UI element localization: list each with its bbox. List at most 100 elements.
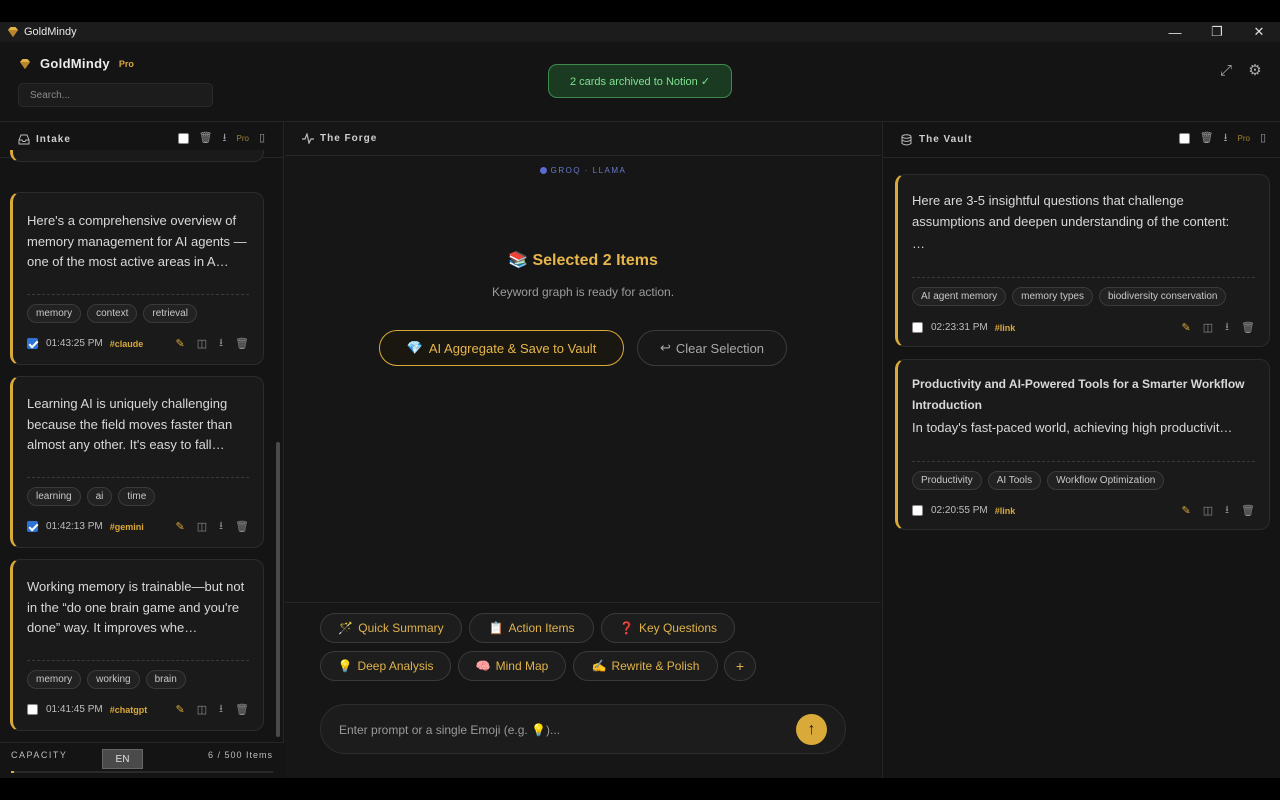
tag[interactable]: working [87, 670, 140, 689]
download-icon[interactable]: ⭳ [1225, 501, 1229, 520]
tag[interactable]: brain [145, 670, 186, 689]
gear-icon[interactable]: ⚙ [1247, 62, 1263, 79]
intake-card[interactable]: Learning AI is uniquely challenging beca… [10, 376, 264, 548]
prompt-box: ↑ [320, 704, 846, 754]
tag[interactable]: context [87, 304, 138, 323]
download-icon[interactable]: ⭳ [1224, 133, 1228, 144]
tag[interactable]: AI Tools [987, 471, 1042, 490]
panel-icon[interactable]: ◫ [197, 703, 207, 716]
download-icon[interactable]: ⭳ [219, 334, 223, 353]
screen: GoldMindy — ❐ ✕ GoldMindy Pro 2 cards ar… [0, 0, 1280, 800]
window-titlebar: GoldMindy — ❐ ✕ [0, 22, 1280, 42]
panel-icon[interactable]: ◫ [197, 337, 207, 350]
download-icon[interactable]: ⭳ [219, 517, 223, 536]
selected-count: Selected 2 Items [532, 252, 658, 269]
pro-badge: Pro [118, 58, 134, 69]
panel-icon[interactable]: ◫ [197, 520, 207, 533]
action-items-chip[interactable]: 📋 Action Items [469, 613, 594, 643]
tag[interactable]: retrieval [143, 304, 197, 323]
select-all-checkbox[interactable] [1178, 133, 1190, 144]
notion-icon[interactable]: ▯ [1260, 133, 1266, 144]
card-checkbox[interactable] [27, 521, 38, 532]
download-icon[interactable]: ⭳ [219, 700, 223, 719]
tag[interactable]: time [118, 487, 156, 506]
mind-map-chip[interactable]: 🧠 Mind Map [458, 651, 566, 681]
chip-label: Rewrite & Polish [611, 659, 700, 673]
chip-label: Action Items [508, 621, 575, 635]
tag[interactable]: biodiversity conservation [1098, 287, 1227, 306]
card-tags: memory context retrieval [27, 304, 197, 323]
trash-icon[interactable]: 🗑 [1241, 504, 1255, 517]
notion-icon[interactable]: ▯ [259, 133, 265, 144]
pencil-icon[interactable]: ✎ [1182, 504, 1191, 517]
card-divider [912, 277, 1255, 278]
brand: GoldMindy Pro [18, 56, 134, 71]
card-time: 01:41:45 PM [46, 704, 103, 715]
download-icon[interactable]: ⭳ [223, 133, 227, 144]
card-checkbox[interactable] [27, 338, 38, 349]
clear-selection-button[interactable]: ↩ Clear Selection [637, 330, 787, 366]
rewrite-polish-chip[interactable]: ✍️ Rewrite & Polish [573, 651, 718, 681]
vault-card[interactable]: Productivity and AI-Powered Tools for a … [895, 359, 1270, 530]
gem-icon: 💎 [406, 340, 423, 355]
intake-toolbar: 🗑 ⭳ Pro ▯ [177, 133, 265, 144]
deep-analysis-chip[interactable]: 💡 Deep Analysis [320, 651, 451, 681]
select-all-checkbox[interactable] [177, 133, 189, 144]
card-text: Learning AI is uniquely challenging beca… [27, 396, 233, 452]
pencil-icon[interactable]: ✎ [1182, 321, 1191, 334]
trash-icon[interactable]: 🗑 [235, 337, 249, 350]
language-toggle[interactable]: EN [102, 749, 143, 769]
intake-scrollbar[interactable] [276, 162, 280, 742]
scrollbar-thumb[interactable] [276, 442, 280, 737]
trash-icon[interactable]: 🗑 [199, 133, 213, 144]
download-icon[interactable]: ⭳ [1225, 318, 1229, 337]
restore-button[interactable]: ❐ [1196, 22, 1238, 42]
send-button[interactable]: ↑ [796, 714, 827, 745]
trash-icon[interactable]: 🗑 [235, 520, 249, 533]
trash-icon[interactable]: 🗑 [1241, 321, 1255, 334]
model-indicator: GROQ · LLAMA [285, 166, 881, 175]
tag[interactable]: Productivity [912, 471, 982, 490]
panel-icon[interactable]: ◫ [1203, 504, 1213, 517]
trash-icon[interactable]: 🗑 [235, 703, 249, 716]
card-source: #chatgpt [109, 704, 148, 715]
pencil-icon[interactable]: ✎ [176, 703, 185, 716]
tag[interactable]: ai [86, 487, 113, 506]
card-checkbox[interactable] [912, 322, 923, 333]
bottom-strip [0, 778, 1280, 800]
pencil-icon[interactable]: ✎ [176, 520, 185, 533]
close-button[interactable]: ✕ [1238, 22, 1280, 42]
wand-icon: 🪄 [338, 621, 354, 635]
tag[interactable]: learning [27, 487, 81, 506]
trash-icon[interactable]: 🗑 [1200, 133, 1214, 144]
search-input[interactable] [18, 83, 213, 107]
add-chip-button[interactable]: + [724, 651, 756, 681]
card-divider [912, 461, 1255, 462]
prompt-input[interactable] [339, 720, 769, 740]
aggregate-save-button[interactable]: 💎 AI Aggregate & Save to Vault [379, 330, 624, 366]
card-source: #link [994, 322, 1016, 333]
key-questions-chip[interactable]: ❓ Key Questions [601, 613, 735, 643]
card-actions: ✎ ◫ ⭳ 🗑 [176, 334, 249, 353]
tag[interactable]: memory [27, 670, 82, 689]
minimize-button[interactable]: — [1154, 22, 1196, 42]
intake-card[interactable]: Here's a comprehensive overview of memor… [10, 192, 264, 365]
tag[interactable]: Workflow Optimization [1047, 471, 1165, 490]
forge-title: The Forge [320, 133, 378, 144]
selected-title: 📚 Selected 2 Items [285, 250, 881, 270]
intake-card[interactable]: Working memory is trainable—but not in t… [10, 559, 264, 731]
quick-summary-chip[interactable]: 🪄 Quick Summary [320, 613, 462, 643]
card-checkbox[interactable] [27, 704, 38, 715]
panel-icon[interactable]: ◫ [1203, 321, 1213, 334]
pencil-icon[interactable]: ✎ [176, 337, 185, 350]
vault-card[interactable]: Here are 3-5 insightful questions that c… [895, 174, 1270, 347]
pro-label: Pro [1237, 134, 1250, 143]
vault-header: The Vault 🗑 ⭳ Pro ▯ [883, 122, 1280, 158]
expand-icon[interactable]: ⤢ [1218, 62, 1234, 79]
chip-label: Quick Summary [358, 621, 444, 635]
writing-hand-icon: ✍️ [591, 659, 607, 673]
card-checkbox[interactable] [912, 505, 923, 516]
tag[interactable]: memory [27, 304, 82, 323]
tag[interactable]: memory types [1012, 287, 1093, 306]
tag[interactable]: AI agent memory [912, 287, 1007, 306]
